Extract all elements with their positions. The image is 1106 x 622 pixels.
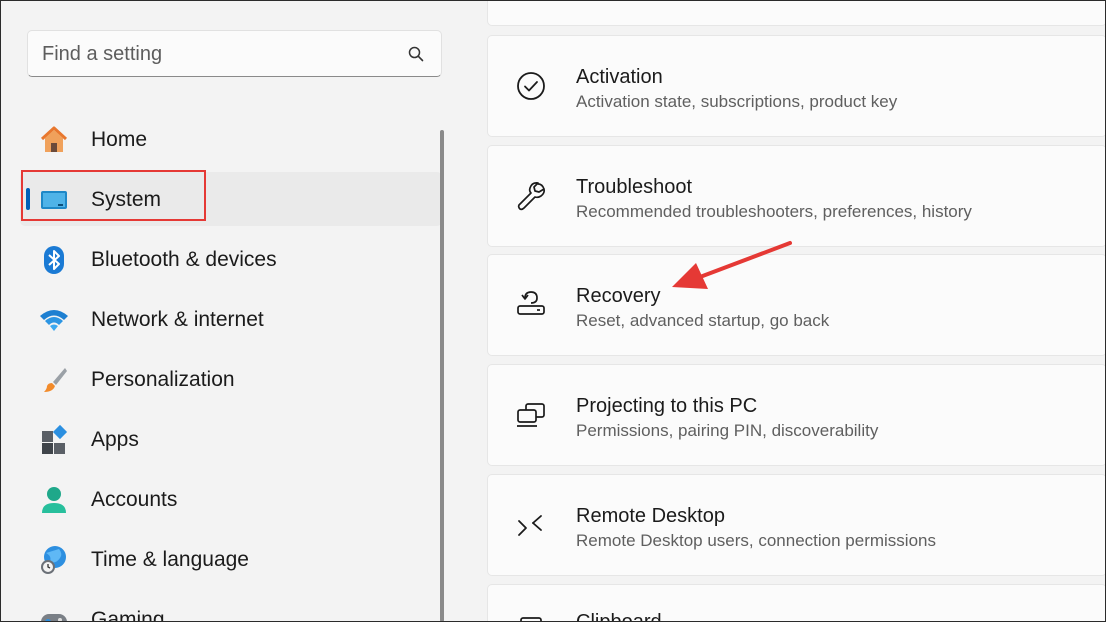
sidebar-item-apps[interactable]: Apps <box>20 412 442 466</box>
sidebar-item-bluetooth[interactable]: Bluetooth & devices <box>20 232 442 286</box>
card-clipboard[interactable]: Clipboard <box>487 584 1106 622</box>
card-title: Clipboard <box>576 611 662 622</box>
card-projecting[interactable]: Projecting to this PC Permissions, pairi… <box>487 364 1106 466</box>
card-description: Reset, advanced startup, go back <box>576 311 830 330</box>
bluetooth-icon <box>44 246 64 274</box>
card-title: Projecting to this PC <box>576 395 758 417</box>
card-title: Remote Desktop <box>576 505 725 527</box>
card-previous[interactable] <box>487 0 1106 26</box>
sidebar-item-label: Network & internet <box>91 308 264 331</box>
card-title: Activation <box>576 66 663 88</box>
card-title: Troubleshoot <box>576 176 692 198</box>
paintbrush-icon <box>44 368 67 392</box>
clipboard-icon <box>520 617 542 622</box>
search-placeholder: Find a setting <box>42 43 163 65</box>
sidebar-item-label: Home <box>91 128 148 151</box>
sidebar-item-label: Bluetooth & devices <box>91 248 277 271</box>
gamepad-icon <box>41 614 67 622</box>
card-troubleshoot[interactable]: Troubleshoot Recommended troubleshooters… <box>487 145 1106 247</box>
sidebar-item-label: Personalization <box>91 368 235 391</box>
check-circle-icon <box>517 72 545 100</box>
sidebar-item-label: Accounts <box>91 488 178 511</box>
person-icon <box>42 487 66 513</box>
home-icon <box>40 126 68 152</box>
card-title: Recovery <box>576 285 661 307</box>
remote-desktop-icon <box>518 515 542 536</box>
sidebar-item-gaming[interactable]: Gaming <box>20 592 442 622</box>
sidebar-item-label: Time & language <box>91 548 249 571</box>
card-description: Remote Desktop users, connection permiss… <box>576 531 936 550</box>
sidebar-item-time-language[interactable]: Time & language <box>20 532 442 586</box>
card-activation[interactable]: Activation Activation state, subscriptio… <box>487 35 1106 137</box>
card-description: Recommended troubleshooters, preferences… <box>576 202 972 221</box>
sidebar-scrollbar[interactable] <box>440 130 444 622</box>
sidebar-item-personalization[interactable]: Personalization <box>20 352 442 406</box>
sidebar-item-label: Gaming <box>91 608 165 622</box>
search-input[interactable]: Find a setting <box>27 30 442 77</box>
sidebar-item-accounts[interactable]: Accounts <box>20 472 442 526</box>
globe-clock-icon <box>41 546 66 574</box>
sidebar-item-network[interactable]: Network & internet <box>20 292 442 346</box>
card-remote-desktop[interactable]: Remote Desktop Remote Desktop users, con… <box>487 474 1106 576</box>
annotation-highlight-box <box>21 170 206 221</box>
apps-icon <box>42 424 68 454</box>
wifi-icon <box>40 310 68 331</box>
card-description: Activation state, subscriptions, product… <box>576 92 898 111</box>
search-icon[interactable] <box>407 45 425 63</box>
sidebar-item-home[interactable]: Home <box>20 112 442 166</box>
recovery-icon <box>517 291 545 315</box>
wrench-icon <box>517 182 546 211</box>
sidebar-item-label: Apps <box>91 428 139 451</box>
annotation-arrow-icon <box>672 241 792 289</box>
card-description: Permissions, pairing PIN, discoverabilit… <box>576 421 879 440</box>
projecting-icon <box>517 403 545 427</box>
